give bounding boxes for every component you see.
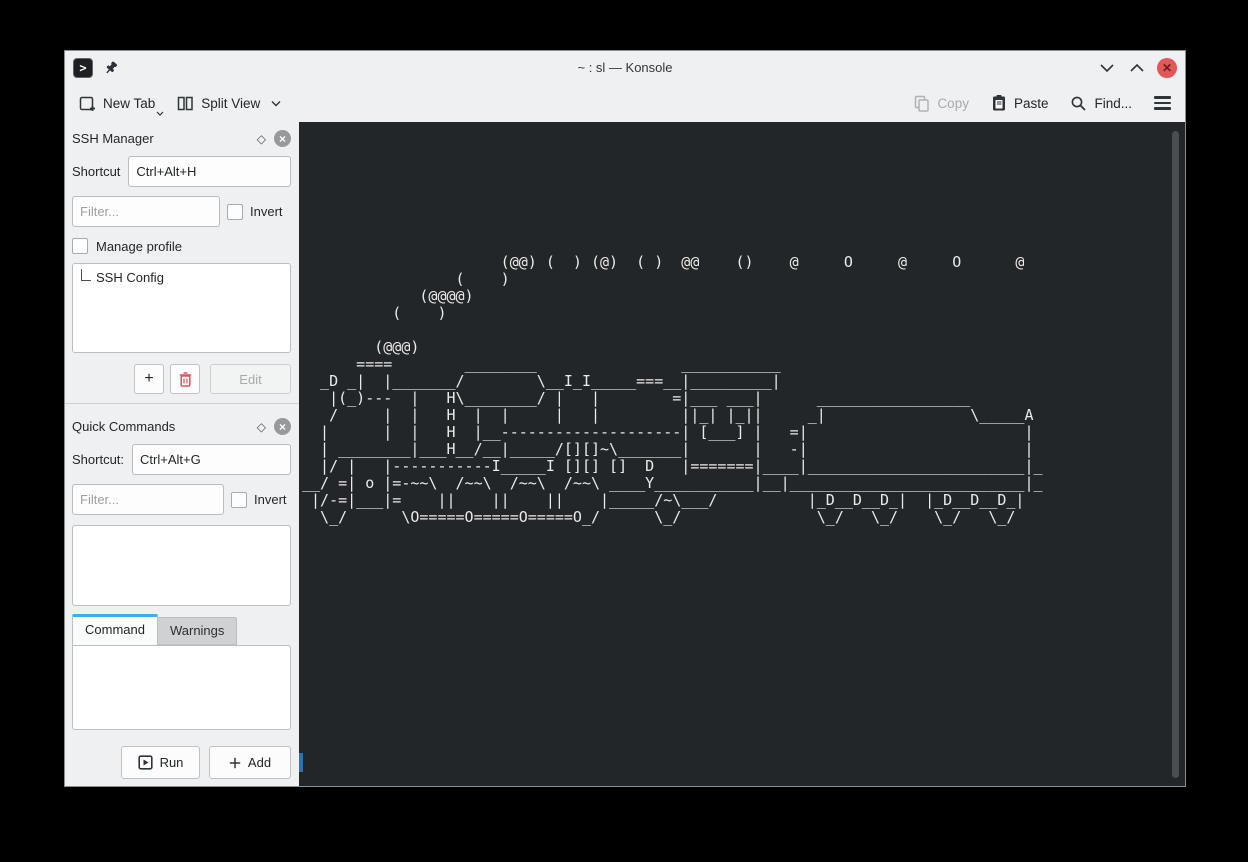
quick-commands-header: Quick Commands ◇ × [65, 410, 299, 441]
panel-divider [65, 403, 299, 404]
close-icon[interactable]: ✕ [1157, 58, 1177, 78]
split-view-label: Split View [201, 96, 260, 111]
manage-profile-label: Manage profile [96, 239, 182, 254]
konsole-window: > ~ : sl — Konsole [64, 50, 1186, 787]
close-panel-icon[interactable]: × [274, 418, 291, 435]
float-panel-icon[interactable]: ◇ [257, 132, 266, 146]
ssh-invert-checkbox[interactable] [227, 204, 243, 220]
quick-commands-title: Quick Commands [72, 419, 175, 434]
splitter-handle-highlight[interactable] [299, 753, 303, 772]
qc-shortcut-label: Shortcut: [72, 452, 124, 467]
ssh-shortcut-input[interactable] [128, 156, 291, 187]
qc-invert-checkbox[interactable] [231, 492, 247, 508]
ssh-manager-title: SSH Manager [72, 131, 154, 146]
terminal-display[interactable]: (@@) ( ) (@) ( ) @@ () @ O @ O @ ( ) (@@… [299, 122, 1185, 786]
delete-ssh-button[interactable] [170, 364, 200, 394]
tab-command[interactable]: Command [72, 614, 158, 645]
new-tab-button[interactable]: New Tab [79, 95, 155, 112]
new-tab-label: New Tab [103, 96, 155, 111]
new-tab-dropdown-icon[interactable] [156, 111, 164, 116]
toolbar: New Tab Split View [65, 84, 1185, 122]
qc-add-label: Add [248, 755, 271, 770]
window-title: ~ : sl — Konsole [65, 60, 1185, 75]
trash-icon [179, 372, 192, 387]
qc-command-editor[interactable] [72, 645, 291, 730]
tab-warnings[interactable]: Warnings [158, 617, 237, 645]
copy-button[interactable]: Copy [914, 95, 969, 112]
float-panel-icon[interactable]: ◇ [257, 420, 266, 434]
chevron-down-icon [271, 100, 281, 107]
plus-icon [229, 757, 241, 769]
titlebar[interactable]: > ~ : sl — Konsole [65, 51, 1185, 84]
desktop: > ~ : sl — Konsole [0, 0, 1248, 862]
hamburger-menu-icon[interactable] [1154, 96, 1171, 110]
minimize-icon[interactable] [1097, 58, 1117, 78]
manage-profile-checkbox[interactable] [72, 238, 88, 254]
sl-ascii-art: (@@) ( ) (@) ( ) @@ () @ O @ O @ ( ) (@@… [302, 254, 1043, 526]
copy-label: Copy [937, 96, 969, 111]
quick-commands-list[interactable] [72, 525, 291, 606]
tree-branch-icon [81, 269, 91, 281]
konsole-app-icon: > [73, 58, 93, 78]
paste-label: Paste [1014, 96, 1049, 111]
new-tab-icon [79, 95, 96, 112]
run-label: Run [160, 755, 184, 770]
sidebar: SSH Manager ◇ × Shortcut Invert [65, 122, 299, 786]
search-icon [1070, 95, 1087, 112]
qc-add-button[interactable]: Add [209, 746, 291, 779]
find-label: Find... [1094, 96, 1132, 111]
ssh-invert-label: Invert [250, 204, 283, 219]
edit-ssh-button[interactable]: Edit [210, 364, 291, 394]
run-icon [138, 755, 153, 770]
tree-item-ssh-config[interactable]: SSH Config [73, 264, 290, 285]
ssh-manager-header: SSH Manager ◇ × [65, 122, 299, 153]
terminal-scrollbar[interactable] [1172, 131, 1179, 778]
paste-icon [991, 94, 1007, 112]
find-button[interactable]: Find... [1070, 95, 1132, 112]
pin-icon [103, 60, 119, 76]
maximize-icon[interactable] [1127, 58, 1147, 78]
close-panel-icon[interactable]: × [274, 130, 291, 147]
qc-shortcut-input[interactable] [132, 444, 291, 475]
qc-tabs: Command Warnings [65, 614, 299, 645]
split-view-icon [177, 95, 194, 112]
shortcut-label: Shortcut [72, 164, 120, 179]
ssh-config-tree[interactable]: SSH Config [72, 263, 291, 353]
paste-button[interactable]: Paste [991, 94, 1049, 112]
ssh-filter-input[interactable] [72, 196, 220, 227]
split-view-button[interactable]: Split View [177, 95, 281, 112]
add-ssh-button[interactable]: + [134, 364, 164, 394]
run-button[interactable]: Run [121, 746, 200, 779]
copy-icon [914, 95, 930, 112]
qc-invert-label: Invert [254, 492, 287, 507]
qc-filter-input[interactable] [72, 484, 224, 515]
